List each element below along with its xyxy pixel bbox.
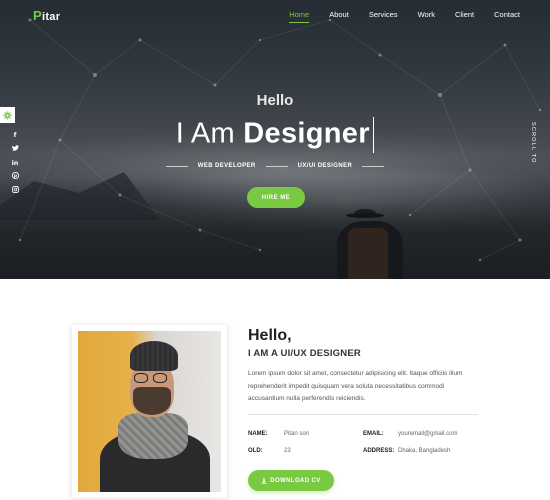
nav-work[interactable]: Work: [418, 10, 435, 23]
about-divider: [248, 414, 478, 415]
info-old-value: 23: [284, 448, 291, 454]
hero-greeting: Hello: [256, 92, 294, 109]
info-address: ADDRESS:: [363, 448, 394, 454]
photo-glasses-right: [153, 373, 167, 383]
role-divider-left: [165, 165, 188, 167]
email-label: EMAIL:: [363, 431, 384, 437]
profile-photo-card: [72, 325, 227, 498]
nav-services[interactable]: Services: [369, 10, 398, 23]
instagram-icon[interactable]: [10, 184, 20, 198]
hire-me-button[interactable]: HIRE ME: [247, 187, 305, 208]
download-icon: [261, 477, 267, 484]
info-name-value: Pitan son: [284, 431, 309, 437]
role-web-developer: WEB DEVELOPER: [197, 163, 256, 169]
info-address-value: Dhaka, Bangladesh: [398, 448, 450, 454]
photo-scarf: [118, 413, 188, 459]
photo-beanie: [130, 341, 178, 371]
email-value[interactable]: youremail@gmail.com: [398, 431, 457, 437]
about-description: Lorem ipsum dolor sit amet, consectetur …: [248, 370, 463, 402]
name-label: NAME:: [248, 431, 268, 437]
address-value: Dhaka, Bangladesh: [398, 448, 451, 454]
page: Pitar Home About Services Work Client Co…: [0, 0, 550, 500]
hero-title-word: Designer: [243, 117, 370, 150]
info-email-value: youremail@gmail.com: [398, 431, 457, 437]
logo-text: itar: [41, 11, 61, 23]
role-divider-middle: [265, 165, 288, 167]
info-old: OLD:: [248, 448, 263, 454]
logo-first-letter: P: [33, 8, 42, 23]
nav-about[interactable]: About: [329, 10, 349, 23]
info-email: EMAIL:: [363, 431, 384, 437]
download-cv-label: DOWNLOAD CV: [270, 477, 321, 484]
about-role: I AM A UI/UX DESIGNER: [248, 348, 361, 359]
hero-section: Pitar Home About Services Work Client Co…: [0, 0, 550, 279]
hero-title-prefix: I Am: [175, 117, 235, 150]
about-greeting: Hello,: [248, 327, 292, 344]
profile-photo: [78, 331, 221, 492]
name-value: Pitan son: [284, 431, 310, 437]
hiker-hat: [346, 213, 384, 218]
old-value: 23: [284, 448, 291, 454]
address-label: ADDRESS:: [363, 448, 395, 454]
old-label: OLD:: [248, 448, 263, 454]
info-name: NAME:: [248, 431, 268, 437]
photo-glasses-left: [134, 373, 148, 383]
nav-contact[interactable]: Contact: [494, 10, 520, 23]
nav-client[interactable]: Client: [455, 10, 474, 23]
main-nav: Home About Services Work Client Contact: [269, 10, 520, 23]
pinterest-icon[interactable]: p: [10, 170, 20, 184]
nav-home[interactable]: Home: [289, 10, 310, 23]
site-logo[interactable]: Pitar: [33, 8, 60, 23]
hiker-backpack: [348, 228, 388, 279]
role-ux-designer: UX/UI DESIGNER: [297, 163, 353, 169]
photo-beard: [133, 387, 171, 415]
hero-roles: WEB DEVELOPER UX/UI DESIGNER: [0, 163, 550, 169]
role-divider-right: [362, 165, 385, 167]
download-cv-button[interactable]: DOWNLOAD CV: [248, 470, 334, 491]
hero-title: I Am Designer: [0, 117, 550, 153]
typing-cursor: [372, 117, 375, 153]
